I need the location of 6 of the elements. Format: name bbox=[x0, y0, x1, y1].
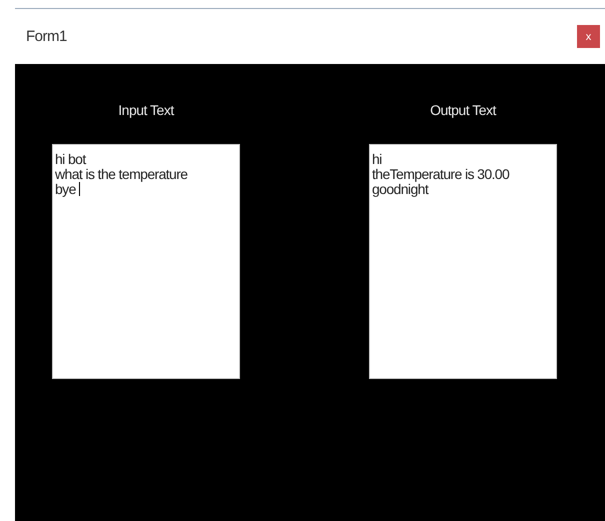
window-title: Form1 bbox=[26, 28, 67, 45]
panel-label: Input Text bbox=[118, 102, 174, 120]
panel-label: Output Text bbox=[430, 102, 496, 120]
text-area[interactable]: hi bot what is the temperature bye bbox=[52, 144, 240, 379]
close-button[interactable]: x bbox=[577, 25, 600, 48]
text-area[interactable]: hi theTemperature is 30.00 goodnight bbox=[369, 144, 557, 379]
